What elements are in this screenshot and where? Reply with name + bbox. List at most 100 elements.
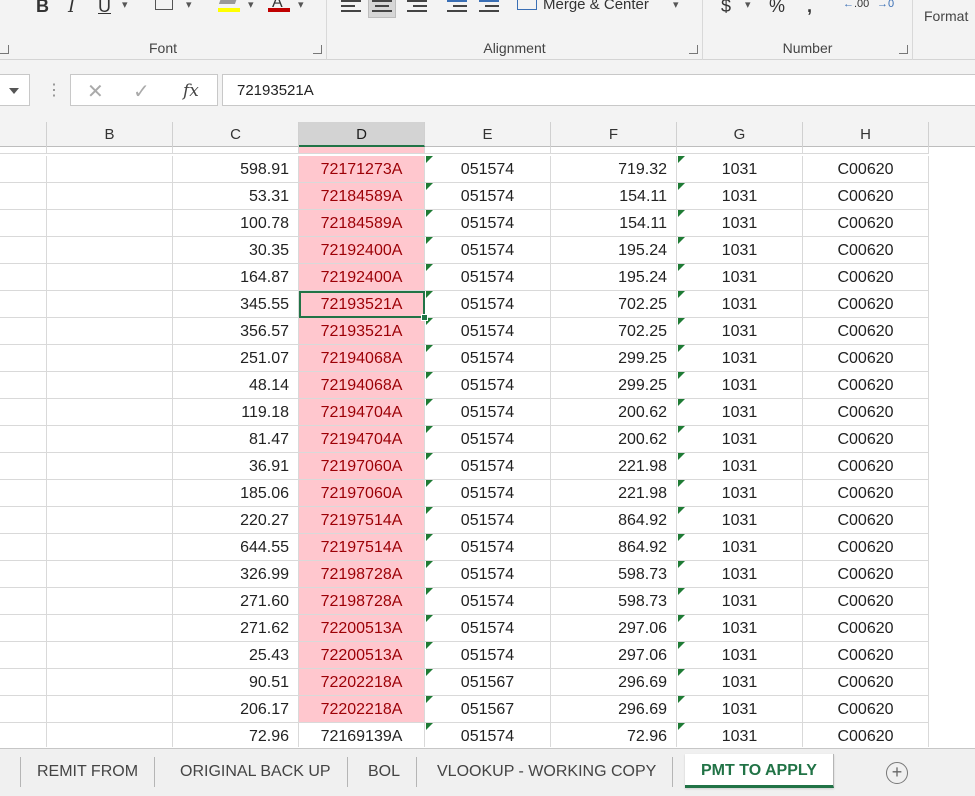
cell-d[interactable]: 72198728A	[299, 561, 425, 588]
cell-e[interactable]: 051574	[425, 264, 551, 291]
cell-f[interactable]: 598.73	[551, 561, 677, 588]
cell-f[interactable]: 72.96	[551, 723, 677, 747]
cell-f[interactable]: 200.62	[551, 426, 677, 453]
cell-b[interactable]	[47, 318, 173, 345]
cell-d[interactable]: 72200513A	[299, 642, 425, 669]
cell-g[interactable]: 1031	[677, 156, 803, 183]
cell-b[interactable]	[47, 534, 173, 561]
sheet-tab[interactable]: VLOOKUP - WORKING COPY	[421, 757, 674, 787]
cell-h[interactable]: C00620	[803, 372, 929, 399]
cell-d[interactable]: 72197060A	[299, 480, 425, 507]
decrease-indent-icon[interactable]	[447, 0, 467, 14]
cell-g[interactable]: 1031	[677, 723, 803, 747]
cell-d[interactable]: 72184589A	[299, 210, 425, 237]
error-indicator-icon[interactable]	[678, 534, 685, 541]
cell-f[interactable]: 598.73	[551, 588, 677, 615]
error-indicator-icon[interactable]	[678, 291, 685, 298]
error-indicator-icon[interactable]	[426, 480, 433, 487]
cell-h[interactable]: C00620	[803, 147, 929, 154]
column-header-e[interactable]: E	[425, 122, 551, 147]
cell-b[interactable]	[47, 147, 173, 154]
cell-b[interactable]	[47, 642, 173, 669]
cell-f[interactable]: 154.11	[551, 183, 677, 210]
cell-a[interactable]	[0, 480, 47, 507]
align-left-icon[interactable]	[341, 0, 361, 14]
cell-a[interactable]	[0, 399, 47, 426]
cell-g[interactable]: 1031	[677, 588, 803, 615]
cell-f[interactable]: 200.62	[551, 399, 677, 426]
cell-h[interactable]: C00620	[803, 237, 929, 264]
add-sheet-icon[interactable]: +	[886, 762, 908, 784]
cell-c[interactable]: 48.14	[173, 372, 299, 399]
error-indicator-icon[interactable]	[426, 426, 433, 433]
chevron-down-icon[interactable]: ▾	[673, 0, 679, 11]
cell-d[interactable]: 72197514A	[299, 534, 425, 561]
cell-a[interactable]	[0, 210, 47, 237]
cell-f[interactable]: 195.24	[551, 264, 677, 291]
error-indicator-icon[interactable]	[678, 615, 685, 622]
column-header-c[interactable]: C	[173, 122, 299, 147]
cell-e[interactable]: 051574	[425, 156, 551, 183]
cell-e[interactable]: 051574	[425, 183, 551, 210]
cell-b[interactable]	[47, 345, 173, 372]
dialog-launcher-icon[interactable]	[899, 45, 908, 54]
cell-a[interactable]	[0, 588, 47, 615]
error-indicator-icon[interactable]	[426, 237, 433, 244]
cell-c[interactable]: 164.87	[173, 264, 299, 291]
cell-d[interactable]: 72193521A	[299, 291, 425, 318]
error-indicator-icon[interactable]	[426, 534, 433, 541]
chevron-down-icon[interactable]: ▾	[186, 0, 192, 11]
cell-a[interactable]	[0, 156, 47, 183]
cell-h[interactable]: C00620	[803, 669, 929, 696]
error-indicator-icon[interactable]	[678, 399, 685, 406]
error-indicator-icon[interactable]	[426, 183, 433, 190]
cell-b[interactable]	[47, 615, 173, 642]
error-indicator-icon[interactable]	[426, 669, 433, 676]
cell-g[interactable]: 1031	[677, 696, 803, 723]
cell-b[interactable]	[47, 453, 173, 480]
cell-a[interactable]	[0, 372, 47, 399]
cell-g[interactable]: 1031	[677, 237, 803, 264]
cell-e[interactable]: 051574	[425, 453, 551, 480]
cell-g[interactable]: 1031	[677, 507, 803, 534]
cell-g[interactable]: 1031	[677, 372, 803, 399]
cell-a[interactable]	[0, 291, 47, 318]
error-indicator-icon[interactable]	[426, 588, 433, 595]
cell-g[interactable]: 1031	[677, 669, 803, 696]
error-indicator-icon[interactable]	[426, 345, 433, 352]
cell-h[interactable]: C00620	[803, 399, 929, 426]
cell-g[interactable]: 1031	[677, 147, 803, 154]
cell-c[interactable]: 119.18	[173, 399, 299, 426]
cell-h[interactable]: C00620	[803, 291, 929, 318]
cell-g[interactable]: 1031	[677, 534, 803, 561]
cell-d[interactable]: 72197060A	[299, 453, 425, 480]
cell-b[interactable]	[47, 264, 173, 291]
cell-h[interactable]: C00620	[803, 453, 929, 480]
cell-a[interactable]	[0, 615, 47, 642]
cell-d[interactable]: 72194068A	[299, 372, 425, 399]
cell-h[interactable]: C00620	[803, 696, 929, 723]
cell-a[interactable]	[0, 237, 47, 264]
error-indicator-icon[interactable]	[426, 453, 433, 460]
error-indicator-icon[interactable]	[678, 318, 685, 325]
cell-e[interactable]: 051574	[425, 723, 551, 747]
cell-a[interactable]	[0, 642, 47, 669]
cell-a[interactable]	[0, 183, 47, 210]
cell-c[interactable]: 185.06	[173, 480, 299, 507]
cell-a[interactable]	[0, 453, 47, 480]
cell-h[interactable]: C00620	[803, 210, 929, 237]
cell-h[interactable]: C00620	[803, 345, 929, 372]
cell-a[interactable]	[0, 534, 47, 561]
cell-f[interactable]: 195.24	[551, 237, 677, 264]
error-indicator-icon[interactable]	[426, 264, 433, 271]
cell-b[interactable]	[47, 183, 173, 210]
cell-h[interactable]: C00620	[803, 642, 929, 669]
italic-button[interactable]: I	[68, 0, 75, 17]
cell-g[interactable]: 1031	[677, 426, 803, 453]
cell-d[interactable]: 72194704A	[299, 426, 425, 453]
error-indicator-icon[interactable]	[678, 480, 685, 487]
error-indicator-icon[interactable]	[678, 696, 685, 703]
cell-d[interactable]: 72194704A	[299, 399, 425, 426]
more-options-icon[interactable]: ⋮	[46, 80, 62, 100]
merge-center-icon[interactable]	[517, 0, 537, 10]
